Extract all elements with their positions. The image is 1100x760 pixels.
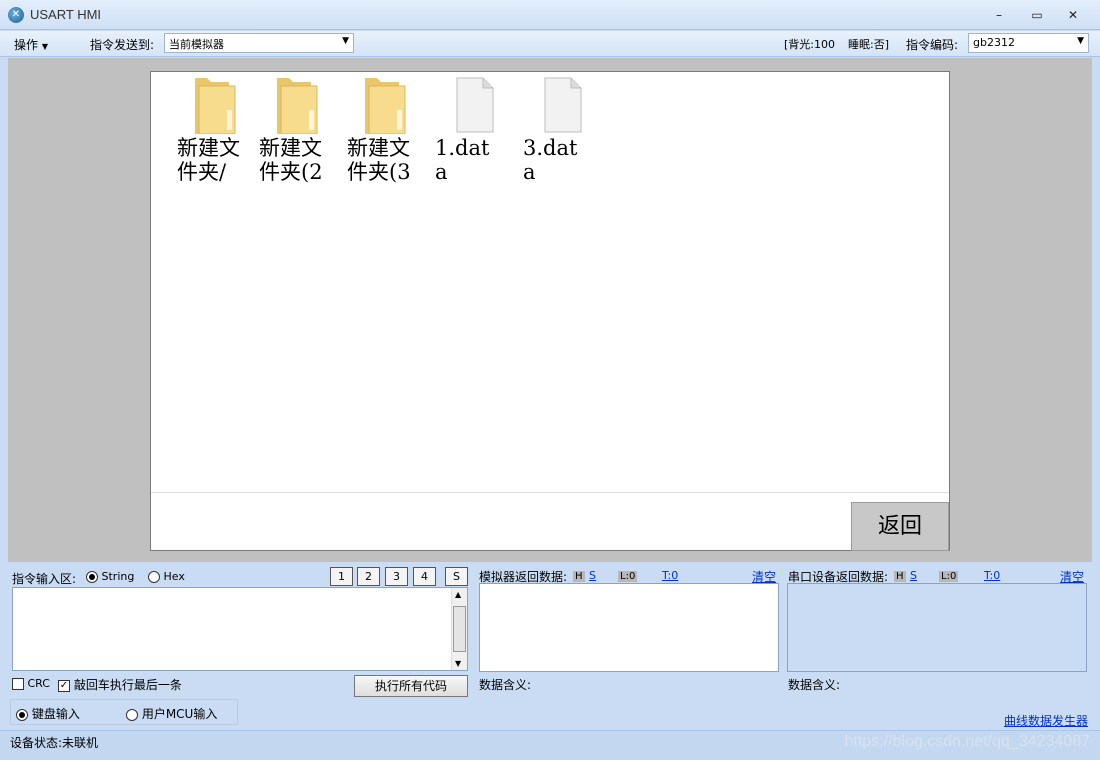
sim-return-t-link[interactable]: T:0 [662, 569, 678, 582]
keyboard-input-label: 键盘输入 [31, 707, 80, 721]
crc-checkbox[interactable]: CRC [12, 677, 50, 690]
checkbox-checked-icon: ✓ [58, 679, 70, 692]
scroll-down-icon[interactable]: ▼ [455, 659, 461, 668]
window-title: USART HMI [30, 7, 102, 22]
serial-return-s-link[interactable]: S [910, 569, 917, 582]
serial-return-t-link[interactable]: T:0 [984, 569, 1000, 582]
sim-data-meaning-label: 数据含义: [479, 678, 532, 692]
app-logo-icon: ✕ [8, 7, 24, 23]
mcu-input-label: 用户MCU输入 [141, 707, 218, 721]
file-name: 新建文件夹/ [177, 136, 240, 184]
watermark-text: https://blog.csdn.net/qq_34234087 [844, 733, 1090, 750]
length-tag: L:0 [939, 571, 959, 582]
radio-selected-icon [86, 571, 98, 583]
simulator-workspace: 新建文件夹/ 新建文件夹(2 新建文件夹(3 1.data 3.data 返回 [8, 58, 1092, 562]
radio-unselected-icon [126, 708, 138, 721]
checkbox-unchecked-icon [12, 678, 24, 690]
serial-data-meaning-label: 数据含义: [788, 678, 841, 692]
send-to-value: 当前模拟器 [169, 38, 224, 51]
radio-selected-icon [16, 708, 28, 721]
slot-button-2[interactable]: 2 [357, 567, 380, 586]
command-input[interactable]: ▲ ▼ [12, 587, 468, 671]
radio-unselected-icon [148, 571, 160, 583]
folder-icon [195, 78, 236, 134]
crc-label: CRC [27, 677, 50, 690]
file-name: 3.data [523, 136, 578, 184]
input-area-label: 指令输入区: [12, 572, 77, 586]
device-status: 设备状态:未联机 [10, 736, 99, 750]
serial-return-h-tag[interactable]: H [894, 569, 906, 582]
h-tag: H [573, 571, 585, 582]
enter-exec-label: 敲回车执行最后一条 [73, 678, 182, 692]
status-bar: 设备状态:未联机 https://blog.csdn.net/qq_342340… [0, 730, 1100, 760]
mode-hex-label: Hex [163, 570, 185, 583]
operate-menu[interactable]: 操作 ▼ [14, 36, 48, 53]
serial-return-length: L:0 [939, 569, 959, 582]
mode-hex-radio[interactable]: Hex [148, 570, 185, 583]
slot-button-3[interactable]: 3 [385, 567, 408, 586]
back-button[interactable]: 返回 [851, 502, 949, 551]
mode-string-radio[interactable]: String [86, 570, 134, 583]
maximize-button[interactable]: ▭ [1024, 6, 1050, 24]
scroll-thumb[interactable] [453, 606, 466, 652]
operate-menu-label: 操作 [14, 38, 39, 52]
slot-button-1[interactable]: 1 [330, 567, 353, 586]
file-icon [544, 77, 582, 133]
folder-icon [365, 78, 406, 134]
sim-return-h-tag[interactable]: H [573, 569, 585, 582]
slot-button-4[interactable]: 4 [413, 567, 436, 586]
enter-exec-checkbox[interactable]: ✓ 敲回车执行最后一条 [58, 676, 182, 693]
run-all-button[interactable]: 执行所有代码 [354, 675, 468, 697]
sleep-status: 睡眠:否] [848, 38, 889, 51]
send-to-label: 指令发送到: [90, 38, 155, 52]
title-bar: ✕ USART HMI – ▭ ✕ [0, 0, 1100, 30]
encoding-value: gb2312 [973, 36, 1015, 49]
folder-icon [277, 78, 318, 134]
sim-return-s-link[interactable]: S [589, 569, 596, 582]
chevron-down-icon: ▼ [41, 42, 48, 51]
curve-generator-link[interactable]: 曲线数据发生器 [1004, 712, 1088, 729]
encoding-label: 指令编码: [906, 38, 959, 52]
menu-bar: 操作 ▼ 指令发送到: 当前模拟器 ▼ [背光:100 睡眠:否] 指令编码: … [0, 31, 1100, 57]
sim-return-length: L:0 [618, 569, 638, 582]
mode-string-label: String [101, 570, 135, 583]
scroll-up-icon[interactable]: ▲ [455, 590, 461, 599]
file-icon [456, 77, 494, 133]
encoding-select[interactable]: gb2312 ▼ [968, 33, 1089, 53]
chevron-down-icon: ▼ [1077, 36, 1084, 46]
screen-bottom-bar: 返回 [151, 492, 949, 551]
keyboard-input-radio[interactable]: 键盘输入 [16, 705, 80, 722]
serial-return-output[interactable] [787, 583, 1087, 672]
length-tag: L:0 [618, 571, 638, 582]
sim-return-output[interactable] [479, 583, 779, 672]
file-name: 新建文件夹(3 [347, 136, 411, 184]
send-to-select[interactable]: 当前模拟器 ▼ [164, 33, 354, 53]
backlight-status: [背光:100 [784, 38, 835, 51]
file-name: 1.data [435, 136, 490, 184]
file-name: 新建文件夹(2 [259, 136, 323, 184]
chevron-down-icon: ▼ [342, 36, 349, 46]
h-tag: H [894, 571, 906, 582]
close-button[interactable]: ✕ [1060, 6, 1086, 24]
slot-button-s[interactable]: S [445, 567, 468, 586]
mcu-input-radio[interactable]: 用户MCU输入 [126, 705, 217, 722]
simulator-screen: 新建文件夹/ 新建文件夹(2 新建文件夹(3 1.data 3.data 返回 [150, 71, 950, 551]
scrollbar[interactable]: ▲ ▼ [451, 588, 467, 670]
minimize-button[interactable]: – [986, 6, 1012, 24]
